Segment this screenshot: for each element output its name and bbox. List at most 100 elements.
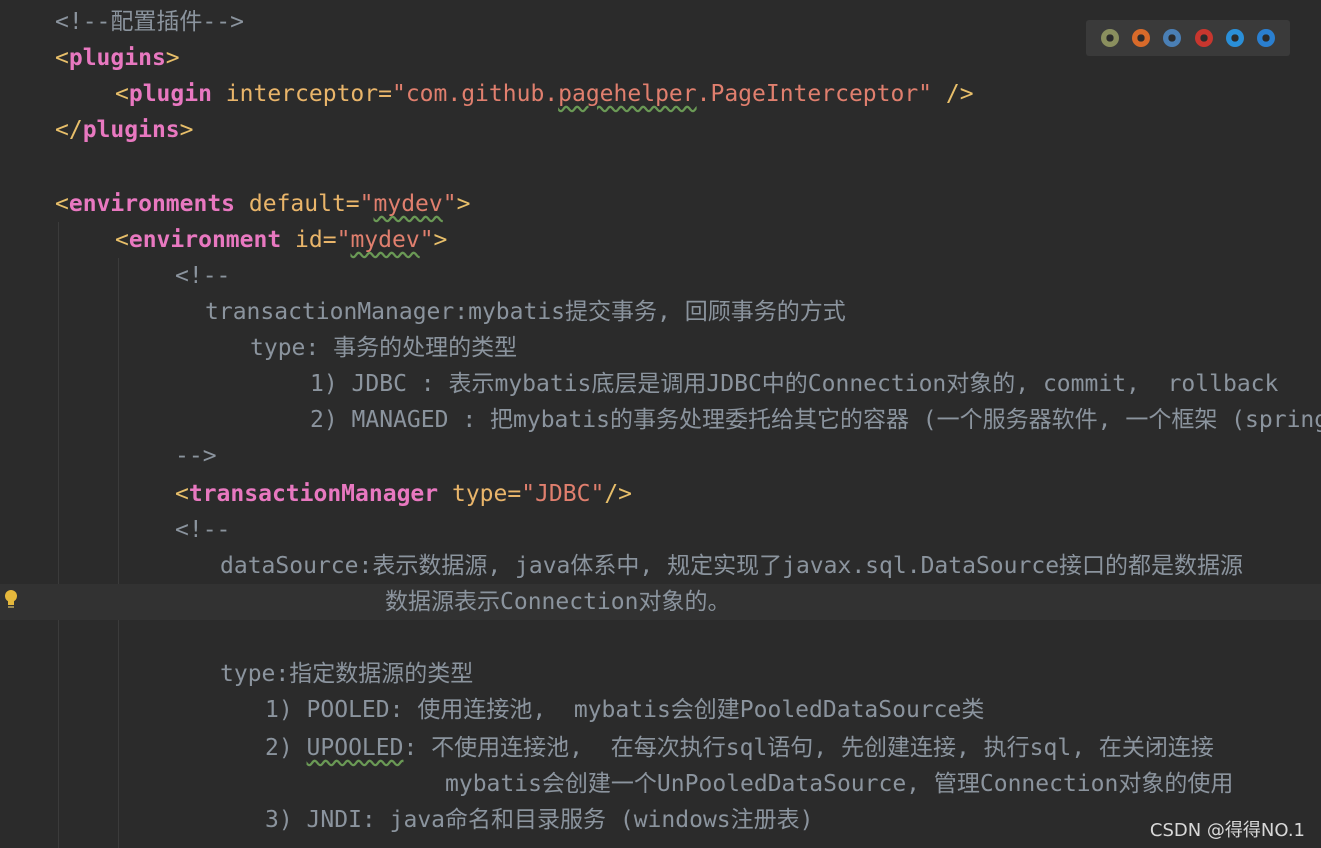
code-token: " xyxy=(336,227,351,253)
code-line[interactable]: type: 事务的处理的类型 xyxy=(0,330,1321,366)
code-token: mydev xyxy=(350,227,420,253)
code-line[interactable]: <plugin interceptor="com.github.pagehelp… xyxy=(0,76,1321,112)
code-line-text: <transactionManager type="JDBC"/> xyxy=(175,476,632,512)
code-token: transactionManager xyxy=(188,481,452,507)
code-token: " xyxy=(359,191,374,217)
code-line-text: </plugins> xyxy=(55,112,194,148)
code-token: < xyxy=(175,481,189,507)
code-line-text: mybatis会创建一个UnPooledDataSource, 管理Connec… xyxy=(445,766,1233,802)
code-token: dataSource:表示数据源, java体系中, 规定实现了javax.sq… xyxy=(220,553,1244,579)
firefox-icon[interactable] xyxy=(1131,29,1150,47)
code-token: > xyxy=(433,227,448,253)
code-token: <!--配置插件--> xyxy=(55,9,244,35)
code-token: pagehelper xyxy=(558,81,697,107)
code-line[interactable]: 2) MANAGED : 把mybatis的事务处理委托给其它的容器 (一个服务… xyxy=(0,402,1321,438)
code-token: 1) POOLED: 使用连接池, mybatis会创建PooledDataSo… xyxy=(265,697,985,723)
code-token: 2) MANAGED : 把mybatis的事务处理委托给其它的容器 (一个服务… xyxy=(310,407,1321,433)
code-line-text: transactionManager:mybatis提交事务, 回顾事务的方式 xyxy=(205,294,846,330)
code-token: interceptor= xyxy=(225,81,392,107)
code-token: 1) JDBC : 表示mybatis底层是调用JDBC中的Connection… xyxy=(310,371,1279,397)
code-line[interactable] xyxy=(0,148,1321,184)
code-token: plugin xyxy=(128,81,226,107)
opera-icon[interactable] xyxy=(1194,29,1213,47)
code-token: > xyxy=(165,45,180,71)
code-token: type= xyxy=(451,481,522,507)
code-token: > xyxy=(179,117,194,143)
code-line[interactable]: 1) JDBC : 表示mybatis底层是调用JDBC中的Connection… xyxy=(0,366,1321,402)
code-token: default= xyxy=(248,191,360,217)
code-line-text: 1) JDBC : 表示mybatis底层是调用JDBC中的Connection… xyxy=(310,366,1278,402)
code-line-text: 3) JNDI: java命名和目录服务 (windows注册表) xyxy=(265,802,814,838)
code-token: < xyxy=(115,81,129,107)
code-token: "com.github. xyxy=(391,81,559,107)
code-line[interactable]: 2) UPOOLED: 不使用连接池, 在每次执行sql语句, 先创建连接, 执… xyxy=(0,730,1321,766)
code-token: UPOOLED xyxy=(306,735,404,761)
code-line[interactable]: dataSource:表示数据源, java体系中, 规定实现了javax.sq… xyxy=(0,548,1321,584)
code-token: plugins xyxy=(68,45,166,71)
code-line-text: <environments default="mydev"> xyxy=(55,186,470,222)
ie-icon[interactable] xyxy=(1225,29,1244,47)
code-token: 3) JNDI: java命名和目录服务 (windows注册表) xyxy=(265,807,814,833)
code-token: plugins xyxy=(82,117,180,143)
code-token: 2) xyxy=(265,735,307,761)
code-line-text: <environment id="mydev"> xyxy=(115,222,447,258)
code-token: .PageInterceptor" xyxy=(696,81,933,107)
code-token: " xyxy=(419,227,434,253)
code-line-text: dataSource:表示数据源, java体系中, 规定实现了javax.sq… xyxy=(220,548,1243,584)
code-line-text: --> xyxy=(175,438,217,474)
code-token: < xyxy=(55,45,69,71)
code-line[interactable]: <environment id="mydev"> xyxy=(0,222,1321,258)
edge-icon[interactable] xyxy=(1257,29,1276,47)
code-token: 数据源表示Connection对象的。 xyxy=(385,589,731,615)
code-line[interactable]: transactionManager:mybatis提交事务, 回顾事务的方式 xyxy=(0,294,1321,330)
code-token: mydev xyxy=(373,191,443,217)
chrome-icon[interactable] xyxy=(1100,29,1119,47)
code-token: : 不使用连接池, 在每次执行sql语句, 先创建连接, 执行sql, 在关闭连… xyxy=(403,735,1214,761)
code-line-text: <!-- xyxy=(175,512,230,548)
code-token: </ xyxy=(55,117,83,143)
code-line[interactable]: <environments default="mydev"> xyxy=(0,186,1321,222)
code-line[interactable]: mybatis会创建一个UnPooledDataSource, 管理Connec… xyxy=(0,766,1321,802)
lightbulb-icon[interactable] xyxy=(3,588,19,610)
browser-preview-bar xyxy=(1086,20,1290,56)
code-token: transactionManager:mybatis提交事务, 回顾事务的方式 xyxy=(205,299,846,325)
code-token: type:指定数据源的类型 xyxy=(220,661,474,687)
code-line[interactable]: 1) POOLED: 使用连接池, mybatis会创建PooledDataSo… xyxy=(0,692,1321,728)
code-token: /> xyxy=(604,481,633,507)
code-line-text: <plugin interceptor="com.github.pagehelp… xyxy=(115,76,974,112)
code-token: <!-- xyxy=(175,263,231,289)
code-line[interactable]: 数据源表示Connection对象的。 xyxy=(0,584,1321,620)
code-token: type: 事务的处理的类型 xyxy=(250,335,518,361)
code-token: " xyxy=(442,191,457,217)
code-token: id= xyxy=(295,227,337,253)
code-line[interactable]: </plugins> xyxy=(0,112,1321,148)
code-line[interactable]: <transactionManager type="JDBC"/> xyxy=(0,476,1321,512)
code-line[interactable]: 3) JNDI: java命名和目录服务 (windows注册表) xyxy=(0,802,1321,838)
code-token: environment xyxy=(128,227,296,253)
code-line[interactable]: --> xyxy=(0,438,1321,474)
code-token: /> xyxy=(932,81,974,107)
watermark: CSDN @得得NO.1 xyxy=(1149,820,1305,841)
code-token: > xyxy=(456,191,471,217)
code-line[interactable] xyxy=(0,620,1321,656)
code-token: mybatis会创建一个UnPooledDataSource, 管理Connec… xyxy=(445,771,1234,797)
code-line-text: type: 事务的处理的类型 xyxy=(250,330,517,366)
code-token: < xyxy=(115,227,129,253)
code-line-text: type:指定数据源的类型 xyxy=(220,656,473,692)
code-token: < xyxy=(55,191,69,217)
code-line-text: 1) POOLED: 使用连接池, mybatis会创建PooledDataSo… xyxy=(265,692,984,728)
code-line-text: 2) UPOOLED: 不使用连接池, 在每次执行sql语句, 先创建连接, 执… xyxy=(265,730,1214,766)
code-line-text: <!-- xyxy=(175,258,230,294)
code-line[interactable]: <!-- xyxy=(0,512,1321,548)
code-line-text: <plugins> xyxy=(55,40,180,76)
code-line[interactable]: <!-- xyxy=(0,258,1321,294)
safari-icon[interactable] xyxy=(1163,29,1182,47)
code-token: --> xyxy=(175,443,217,469)
code-line-text: 2) MANAGED : 把mybatis的事务处理委托给其它的容器 (一个服务… xyxy=(310,402,1321,438)
code-token: "JDBC" xyxy=(521,481,605,507)
code-line[interactable]: type:指定数据源的类型 xyxy=(0,656,1321,692)
code-token: environments xyxy=(68,191,249,217)
code-token: <!-- xyxy=(175,517,231,543)
code-line-text: <!--配置插件--> xyxy=(55,4,244,40)
code-line-text: 数据源表示Connection对象的。 xyxy=(385,584,730,620)
